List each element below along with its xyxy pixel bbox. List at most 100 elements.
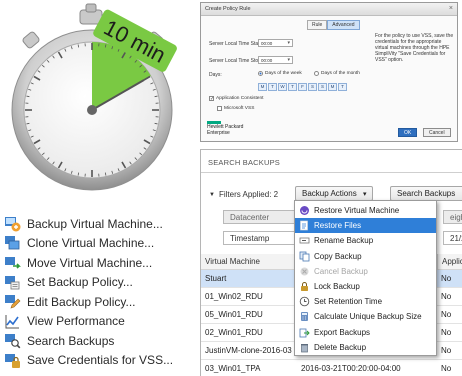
column-header-app[interactable]: Applicat: [437, 254, 462, 270]
rename-backup-option[interactable]: Rename Backup: [295, 233, 436, 248]
expand-triangle-icon[interactable]: ▼: [209, 192, 215, 198]
days-of-month-label: Days of the month: [321, 71, 360, 76]
vm-name-cell: 01_Win02_RDU: [205, 292, 263, 301]
export-icon: [299, 327, 310, 338]
calculate-size-label: Calculate Unique Backup Size: [314, 312, 422, 322]
clone-vm-menu-item[interactable]: Clone Virtual Machine...: [4, 234, 200, 254]
search-backups-label: Search Backups: [27, 333, 115, 348]
copy-backup-option[interactable]: Copy Backup: [295, 249, 436, 264]
backup-actions-dropdown: Restore Virtual Machine Restore Files Re…: [294, 200, 437, 356]
restore-files-icon: [299, 220, 310, 231]
day-button[interactable]: W: [278, 83, 287, 91]
table-row[interactable]: 03_Win01_TPA 2016-03-21T00:20:00-04:00 N…: [201, 360, 462, 376]
clone-vm-icon: [4, 235, 21, 252]
microsoft-vss-label: Microsoft VSS: [224, 106, 255, 111]
search-backups-menu-item[interactable]: Search Backups: [4, 331, 200, 351]
copy-icon: [299, 251, 310, 262]
microsoft-vss-checkbox[interactable]: Microsoft VSS: [217, 106, 254, 111]
copy-backup-label: Copy Backup: [314, 251, 362, 261]
app-consistent-checkbox[interactable]: ✓ Application Consistent: [209, 96, 263, 102]
calculator-icon: [299, 311, 310, 322]
vm-name-cell: 02_Win01_RDU: [205, 328, 263, 337]
clock-icon: [299, 296, 310, 307]
backup-vm-menu-item[interactable]: Backup Virtual Machine...: [4, 214, 200, 234]
lock-backup-option[interactable]: Lock Backup: [295, 279, 436, 294]
panel-divider: [201, 172, 462, 173]
restore-vm-label: Restore Virtual Machine: [314, 206, 400, 216]
day-button[interactable]: M: [328, 83, 337, 91]
day-button[interactable]: M: [258, 83, 267, 91]
right-filter-chip[interactable]: eigh: [443, 210, 462, 224]
close-icon[interactable]: ×: [449, 5, 453, 12]
radio-selected-icon: [258, 71, 263, 76]
stopwatch-icon: 10 min: [11, 3, 177, 191]
days-label: Days:: [209, 72, 222, 78]
restore-files-option[interactable]: Restore Files: [295, 218, 436, 234]
dialog-title: Create Policy Rule: [205, 6, 251, 12]
timestamp-cell: 2016-03-21T00:20:00-04:00: [301, 364, 401, 373]
filters-applied-label: Filters Applied: 2: [218, 190, 279, 199]
view-performance-menu-item[interactable]: View Performance: [4, 312, 200, 332]
backup-actions-label: Backup Actions: [302, 189, 357, 198]
stop-time-select[interactable]: 00:00: [258, 56, 293, 64]
restore-vm-option[interactable]: Restore Virtual Machine: [295, 203, 436, 218]
create-policy-rule-dialog: Create Policy Rule × Rule Advanced Serve…: [200, 2, 458, 142]
move-vm-menu-item[interactable]: Move Virtual Machine...: [4, 253, 200, 273]
days-of-week-radio[interactable]: Days of the week: [258, 71, 302, 76]
backup-vm-label: Backup Virtual Machine...: [27, 216, 163, 231]
day-button[interactable]: T: [338, 83, 347, 91]
rename-icon: [299, 235, 310, 246]
day-button[interactable]: T: [268, 83, 277, 91]
delete-backup-label: Delete Backup: [314, 342, 367, 352]
app-cell: No: [441, 346, 452, 355]
view-performance-label: View Performance: [27, 314, 125, 329]
day-button[interactable]: F: [298, 83, 307, 91]
mode-tabs: Rule Advanced: [307, 20, 360, 30]
search-backups-button[interactable]: Search Backups: [390, 186, 462, 201]
set-backup-policy-label: Set Backup Policy...: [27, 275, 133, 290]
day-button[interactable]: S: [318, 83, 327, 91]
save-credentials-menu-item[interactable]: Save Credentials for VSS...: [4, 351, 200, 371]
start-time-select[interactable]: 00:00: [258, 39, 293, 47]
move-vm-icon: [4, 254, 21, 271]
save-credentials-label: Save Credentials for VSS...: [27, 353, 174, 368]
app-cell: No: [441, 310, 452, 319]
edit-policy-icon: [4, 293, 21, 310]
tab-advanced[interactable]: Advanced: [327, 20, 360, 30]
delete-icon: [299, 342, 310, 353]
delete-backup-option[interactable]: Delete Backup: [295, 340, 436, 355]
backup-vm-icon: [4, 215, 21, 232]
days-of-week-label: Days of the week: [265, 71, 302, 76]
save-credentials-icon: [4, 352, 21, 369]
move-vm-label: Move Virtual Machine...: [27, 255, 153, 270]
backup-actions-button[interactable]: Backup Actions ▾: [295, 186, 374, 201]
tab-rule[interactable]: Rule: [307, 20, 328, 30]
vm-name-cell: JustinVM-clone-2016-03: [205, 346, 292, 355]
export-backups-label: Export Backups: [314, 327, 371, 337]
days-of-month-radio[interactable]: Days of the month: [314, 71, 360, 76]
calculate-size-option[interactable]: Calculate Unique Backup Size: [295, 309, 436, 324]
cancel-button[interactable]: Cancel: [423, 128, 451, 137]
cancel-backup-option[interactable]: Cancel Backup: [295, 264, 436, 279]
performance-chart-icon: [4, 313, 21, 330]
datacenter-filter[interactable]: Datacenter: [223, 210, 303, 224]
edit-backup-policy-menu-item[interactable]: Edit Backup Policy...: [4, 292, 200, 312]
start-time-label: Server Local Time Start:: [209, 41, 263, 47]
rename-backup-label: Rename Backup: [314, 236, 374, 246]
day-button[interactable]: S: [308, 83, 317, 91]
timestamp-filter[interactable]: Timestamp ▾: [223, 231, 303, 245]
stop-time-label: Server Local Time Stop:: [209, 58, 263, 64]
filters-applied[interactable]: ▼ Filters Applied: 2: [209, 190, 278, 199]
clone-vm-label: Clone Virtual Machine...: [27, 236, 155, 251]
backup-policy-icon: [4, 274, 21, 291]
vm-name-cell: 05_Win01_RDU: [205, 310, 263, 319]
day-button[interactable]: T: [288, 83, 297, 91]
radio-empty-icon: [314, 71, 319, 76]
set-backup-policy-menu-item[interactable]: Set Backup Policy...: [4, 273, 200, 293]
ok-button[interactable]: OK: [398, 128, 418, 137]
set-retention-option[interactable]: Set Retention Time: [295, 294, 436, 309]
stopwatch-timer: 10 min: [0, 0, 195, 200]
export-backups-option[interactable]: Export Backups: [295, 325, 436, 340]
date-filter-partial[interactable]: 21/20: [443, 231, 462, 245]
set-retention-label: Set Retention Time: [314, 297, 383, 307]
